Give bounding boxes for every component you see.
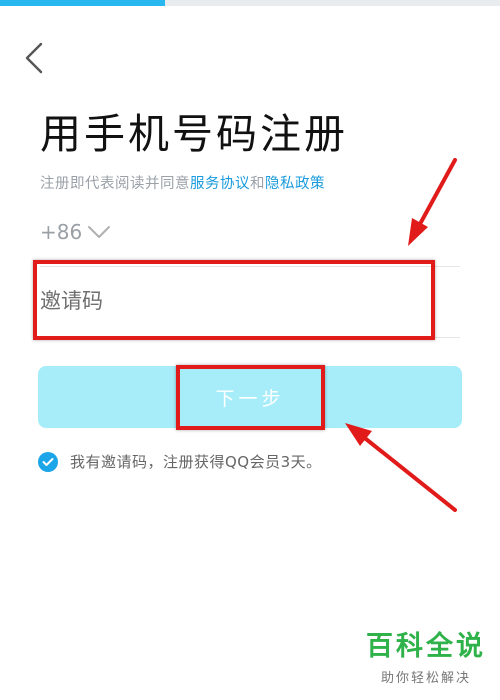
service-agreement-link[interactable]: 服务协议	[190, 176, 250, 192]
check-icon	[42, 457, 54, 466]
progress-bar	[0, 0, 500, 6]
agreement-text: 注册即代表阅读并同意服务协议和隐私政策	[40, 172, 325, 193]
watermark-title: 百科全说	[366, 631, 486, 662]
annotation-box-next-button	[176, 365, 325, 430]
chevron-left-icon	[25, 42, 43, 74]
country-code-selector[interactable]: +86	[40, 220, 112, 244]
invite-checkbox[interactable]	[38, 451, 58, 472]
arrow-to-input	[408, 158, 457, 246]
watermark: 百科全说 助你轻松解决	[366, 631, 486, 686]
annotation-arrows	[345, 158, 457, 512]
agreement-prefix: 注册即代表阅读并同意	[40, 176, 190, 192]
progress-fill	[0, 0, 165, 6]
privacy-policy-link[interactable]: 隐私政策	[265, 176, 325, 192]
country-code: +86	[40, 220, 83, 244]
agreement-and: 和	[250, 176, 265, 192]
invite-option-text: 我有邀请码，注册获得QQ会员3天。	[70, 453, 322, 471]
arrow-to-button	[345, 423, 457, 512]
page-title: 用手机号码注册	[40, 110, 348, 158]
invite-code-option[interactable]: 我有邀请码，注册获得QQ会员3天。	[38, 451, 322, 472]
watermark-subtitle: 助你轻松解决	[380, 671, 471, 686]
chevron-down-icon	[88, 226, 111, 238]
back-button[interactable]	[14, 38, 54, 78]
annotation-box-invite-input	[33, 260, 435, 340]
